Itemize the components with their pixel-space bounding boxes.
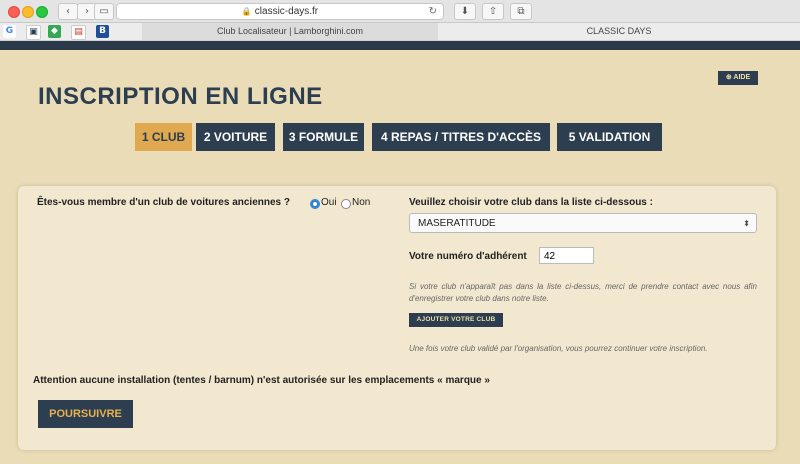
- step-voiture[interactable]: 2 VOITURE: [196, 123, 275, 151]
- address-bar[interactable]: 🔒 classic-days.fr ↻: [116, 3, 444, 20]
- member-number-input[interactable]: 42: [539, 247, 594, 264]
- url-text: classic-days.fr: [254, 6, 319, 17]
- tab-club-localisateur[interactable]: Club Localisateur | Lamborghini.com: [142, 23, 439, 40]
- browser-toolbar: ‹ › ▭ 🔒 classic-days.fr ↻ ⬇ ⇧ ⧉: [0, 0, 800, 23]
- step-formule[interactable]: 3 FORMULE: [283, 123, 364, 151]
- club-prompt: Veuillez choisir votre club dans la list…: [409, 197, 653, 208]
- booking-icon[interactable]: B: [96, 25, 109, 38]
- sidebar-icon[interactable]: ▭: [94, 3, 114, 20]
- select-arrows-icon: ⬍: [743, 219, 750, 228]
- warning-text: Attention aucune installation (tentes / …: [33, 375, 490, 386]
- step-repas[interactable]: 4 REPAS / TITRES D'ACCÈS: [372, 123, 550, 151]
- club-select[interactable]: MASERATITUDE ⬍: [409, 213, 757, 233]
- missing-club-note: Si votre club n'apparaît pas dans la lis…: [409, 282, 757, 303]
- minimize-window-icon[interactable]: [22, 6, 34, 18]
- club-member-question: Êtes-vous membre d'un club de voitures a…: [37, 197, 290, 208]
- back-button[interactable]: ‹: [58, 3, 78, 20]
- validation-note: Une fois votre club validé par l'organis…: [409, 344, 708, 353]
- radio-yes[interactable]: [310, 199, 320, 209]
- downloads-icon[interactable]: ⬇: [454, 3, 476, 20]
- tabs-overview-icon[interactable]: ⧉: [510, 3, 532, 20]
- site-navigation: [0, 41, 800, 50]
- bookmark-icon[interactable]: ▤: [71, 25, 86, 40]
- tab-classic-days[interactable]: CLASSIC DAYS: [438, 23, 800, 40]
- google-icon[interactable]: G: [3, 25, 16, 38]
- club-select-value: MASERATITUDE: [418, 218, 496, 229]
- help-label: AIDE: [733, 74, 751, 81]
- zoom-window-icon[interactable]: [36, 6, 48, 18]
- maps-icon[interactable]: ◆: [48, 25, 61, 38]
- reload-icon[interactable]: ↻: [429, 4, 437, 19]
- radio-yes-label[interactable]: Oui: [321, 197, 337, 208]
- share-icon[interactable]: ⇧: [482, 3, 504, 20]
- radio-no-label[interactable]: Non: [352, 197, 370, 208]
- radio-no[interactable]: [341, 199, 351, 209]
- lock-icon: 🔒: [241, 7, 252, 16]
- step-club[interactable]: 1 CLUB: [135, 123, 192, 151]
- page-title: INSCRIPTION EN LIGNE: [38, 83, 323, 110]
- close-window-icon[interactable]: [8, 6, 20, 18]
- add-club-button[interactable]: AJOUTER VOTRE CLUB: [409, 313, 503, 327]
- member-number-label: Votre numéro d'adhérent: [409, 251, 527, 262]
- continue-button[interactable]: POURSUIVRE: [38, 400, 133, 428]
- bookmark-icon[interactable]: ▣: [26, 25, 41, 40]
- help-button[interactable]: ⊕ AIDE: [718, 71, 758, 85]
- step-validation[interactable]: 5 VALIDATION: [557, 123, 662, 151]
